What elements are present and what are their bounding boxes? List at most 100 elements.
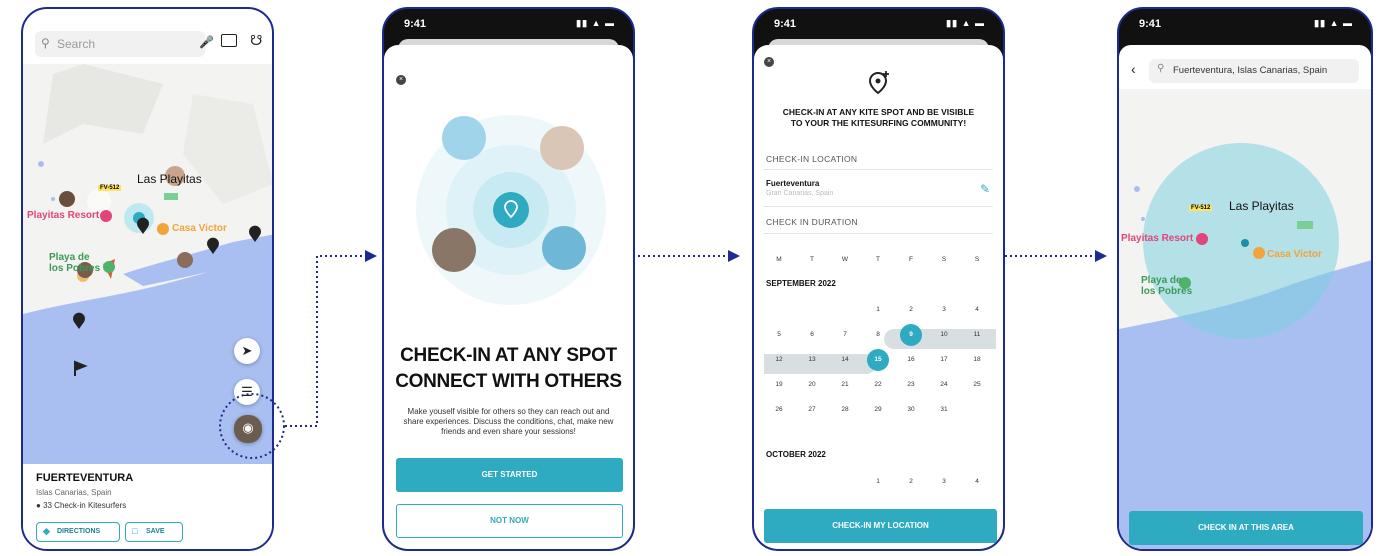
- calendar-day[interactable]: 31: [933, 399, 955, 421]
- flow-arrow-2: [638, 250, 740, 262]
- spot-subtitle: Islas Canarias, Spain: [36, 488, 112, 497]
- calendar-day[interactable]: 25: [966, 374, 988, 396]
- calendar-day[interactable]: 11: [966, 324, 988, 346]
- search-value: Fuerteventura, Islas Canarias, Spain: [1173, 65, 1328, 76]
- close-icon[interactable]: ×: [764, 57, 774, 67]
- area-select-phone: 9:41 ▮▮ ▲ ▬ ‹ ⚲ Fuerteventura, Islas Can…: [1117, 7, 1373, 551]
- calendar-day[interactable]: 22: [867, 374, 889, 396]
- area-map[interactable]: [1119, 89, 1373, 551]
- search-bar[interactable]: ⚲ Search: [35, 31, 205, 57]
- calendar-day[interactable]: 23: [900, 374, 922, 396]
- calendar-day[interactable]: 3: [933, 299, 955, 321]
- location-sub: Gran Canarias, Spain: [766, 190, 834, 197]
- directions-icon: ◆: [43, 526, 50, 536]
- signal-wifi-battery-icon: ▮▮ ▲ ▬: [576, 18, 615, 28]
- bookmark-icon: □: [132, 526, 138, 536]
- calendar-day[interactable]: 18: [966, 349, 988, 371]
- calendar-day[interactable]: 29: [867, 399, 889, 421]
- headline-line-2: CONNECT WITH OTHERS: [395, 371, 622, 392]
- spot-title: FUERTEVENTURA: [36, 472, 134, 484]
- weekday-label: T: [876, 256, 880, 263]
- calendar-day[interactable]: 24: [933, 374, 955, 396]
- intro-body: Make youself visible for others so they …: [403, 407, 614, 436]
- status-time: 9:41: [1139, 18, 1162, 30]
- los-pobres-label: los Pobres: [1141, 286, 1193, 297]
- month-october: OCTOBER 2022: [766, 450, 826, 459]
- search-icon: ⚲: [1157, 63, 1165, 74]
- route-tag: FV-512: [1189, 205, 1213, 211]
- status-time: 9:41: [404, 18, 427, 30]
- calendar-day[interactable]: 13: [801, 349, 823, 371]
- playa-de-label: Playa de: [1141, 275, 1182, 286]
- save-button[interactable]: □ SAVE: [125, 522, 183, 542]
- search-icon: ⚲: [41, 36, 50, 50]
- headline-line-1: CHECK-IN AT ANY SPOT: [400, 345, 617, 366]
- calendar-day[interactable]: 12: [768, 349, 790, 371]
- calendar-day[interactable]: 16: [900, 349, 922, 371]
- calendar-day[interactable]: 27: [801, 399, 823, 421]
- status-time: 9:41: [774, 18, 797, 30]
- flow-arrow-3: [1005, 250, 1107, 262]
- calendar-day[interactable]: 17: [933, 349, 955, 371]
- route-tag: FV-512: [98, 185, 122, 191]
- back-chevron-icon[interactable]: ‹: [1131, 61, 1136, 77]
- calendar-day[interactable]: 6: [801, 324, 823, 346]
- edit-pencil-icon[interactable]: ✎: [980, 182, 990, 196]
- playa-de-label: Playa de: [49, 252, 90, 263]
- playitas-resort-label: Playitas Resort: [27, 210, 100, 221]
- spot-panel: FUERTEVENTURA Islas Canarias, Spain ● 33…: [23, 464, 272, 549]
- calendar-day[interactable]: 19: [768, 374, 790, 396]
- add-location-icon: [868, 71, 889, 95]
- checkin-area-button[interactable]: CHECK IN AT THIS AREA: [1129, 511, 1363, 545]
- calendar-day[interactable]: 1: [867, 299, 889, 321]
- checkin-my-location-button[interactable]: CHECK-IN MY LOCATION: [764, 509, 997, 543]
- calendar-day[interactable]: 20: [801, 374, 823, 396]
- calendar-day[interactable]: 1: [867, 471, 889, 493]
- weekday-row: MTWTFSS: [764, 249, 996, 269]
- calendar-day[interactable]: 21: [834, 374, 856, 396]
- calendar-day[interactable]: 4: [966, 299, 988, 321]
- calendar-day[interactable]: 2: [900, 471, 922, 493]
- bell-icon[interactable]: ☋: [250, 32, 262, 49]
- community-illustration: [416, 115, 606, 305]
- intro-sheet: × CHECK-IN AT ANY SPOT CONNECT WITH OTHE…: [384, 45, 633, 549]
- calendar-day[interactable]: 28: [834, 399, 856, 421]
- calendar-day[interactable]: 8: [867, 324, 889, 346]
- location-label: CHECK-IN LOCATION: [766, 154, 858, 164]
- get-started-button[interactable]: GET STARTED: [396, 458, 623, 492]
- search-placeholder: Search: [57, 37, 96, 51]
- calendar-day[interactable]: 4: [966, 471, 988, 493]
- signal-wifi-battery-icon: ▮▮ ▲ ▬: [946, 18, 985, 28]
- close-icon[interactable]: ×: [396, 75, 406, 85]
- flow-canvas: ⚲ Search 🎤 ☋ FV-512 Las Playitas Playita…: [0, 0, 1383, 556]
- calendar-day[interactable]: 5: [768, 324, 790, 346]
- calendar-day[interactable]: 7: [834, 324, 856, 346]
- october-calendar[interactable]: 1234: [764, 471, 996, 493]
- calendar-day[interactable]: 10: [933, 324, 955, 346]
- calendar-day[interactable]: 3: [933, 471, 955, 493]
- calendar-day[interactable]: 14: [834, 349, 856, 371]
- calendar-day[interactable]: 30: [900, 399, 922, 421]
- calendar-day[interactable]: 26: [768, 399, 790, 421]
- location-name: Fuerteventura: [766, 179, 820, 188]
- calendar-day[interactable]: 9: [900, 324, 922, 346]
- directions-button[interactable]: ◆ DIRECTIONS: [36, 522, 120, 542]
- location-search-input[interactable]: ⚲ Fuerteventura, Islas Canarias, Spain: [1149, 59, 1359, 83]
- month-september: SEPTEMBER 2022: [766, 279, 836, 288]
- microphone-icon[interactable]: 🎤: [199, 35, 214, 49]
- headline-line-2: TO YOUR THE KITESURFING COMMUNITY!: [790, 118, 967, 128]
- september-calendar[interactable]: 1 2 3 4 5 6 7 8 9 10 11 12 13 14 15 16 17 18 19 20 21 22 23 24 2…: [764, 299, 996, 419]
- las-playitas-label: Las Playitas: [1229, 199, 1294, 213]
- calendar-day[interactable]: 2: [900, 299, 922, 321]
- weekday-label: W: [841, 256, 849, 263]
- duration-label: CHECK IN DURATION: [766, 217, 858, 227]
- mail-icon[interactable]: [221, 34, 237, 47]
- weekday-label: S: [941, 256, 947, 263]
- checkin-intro-phone: 9:41 ▮▮ ▲ ▬ × CHECK-IN AT ANY SPOT CONNE…: [382, 7, 635, 551]
- not-now-button[interactable]: NOT NOW: [396, 504, 623, 538]
- flow-arrow-1: [219, 250, 377, 459]
- las-playitas-label: Las Playitas: [137, 172, 202, 186]
- headline-line-1: CHECK-IN AT ANY KITE SPOT AND BE VISIBLE: [782, 107, 975, 117]
- calendar-day[interactable]: 15: [867, 349, 889, 371]
- weekday-label: S: [974, 256, 980, 263]
